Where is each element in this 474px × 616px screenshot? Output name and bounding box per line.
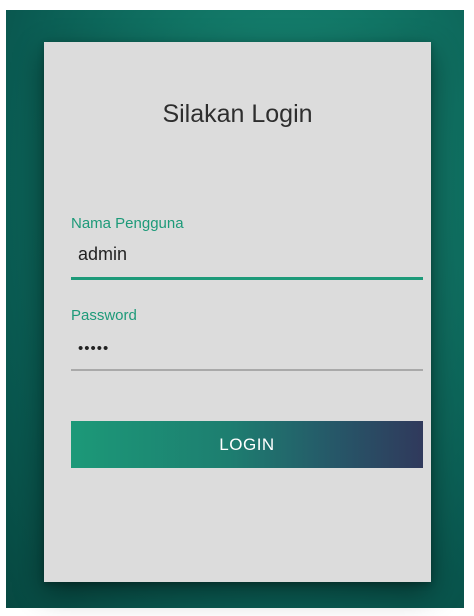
username-input[interactable] [71,244,423,280]
frame-left-edge [0,0,6,616]
login-title: Silakan Login [162,100,313,128]
login-card: Silakan Login Nama Pengguna Password LOG… [44,42,431,582]
username-field: Nama Pengguna [71,215,423,280]
username-label: Nama Pengguna [71,215,184,232]
frame-bottom-edge [0,608,474,616]
frame-right-edge [464,0,474,616]
password-input[interactable] [71,336,423,371]
password-label: Password [71,307,137,324]
login-button[interactable]: LOGIN [71,421,423,468]
password-field: Password [71,307,423,371]
frame-top-edge [0,0,474,10]
